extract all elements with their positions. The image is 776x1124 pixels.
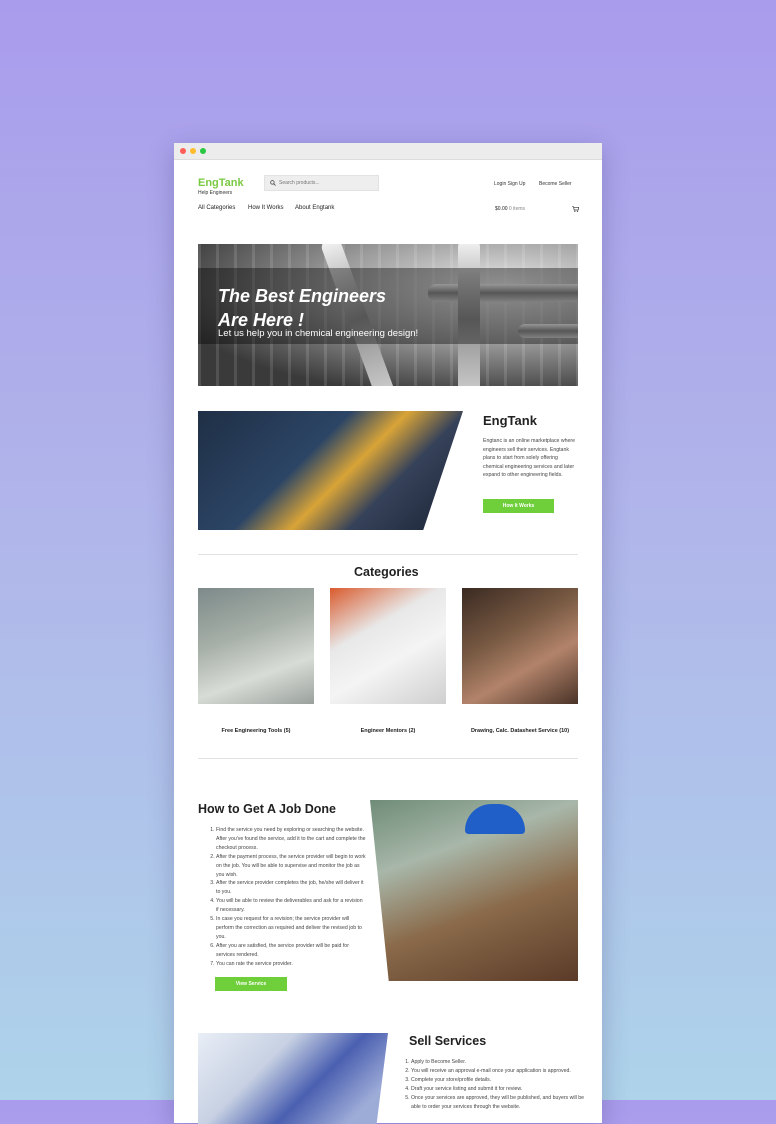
cart-item-count: 0 items: [508, 206, 526, 212]
sell-title: Sell Services: [409, 1034, 487, 1048]
hero-banner: The Best Engineers Are Here ! Let us hel…: [198, 244, 578, 386]
category-image-drawing[interactable]: [462, 588, 578, 704]
category-label-tools[interactable]: Free Engineering Tools (5): [198, 728, 314, 734]
close-dot[interactable]: [180, 148, 186, 154]
cart-icon[interactable]: [572, 206, 579, 212]
search-input[interactable]: [279, 180, 374, 186]
cart-amount: $0.00: [495, 206, 508, 212]
list-item: Draft your service listing and submit it…: [411, 1085, 591, 1094]
hero-title-line2: Are Here !: [218, 310, 305, 330]
search-icon: [270, 180, 276, 186]
list-item: You can rate the service provider.: [216, 960, 366, 969]
browser-title-bar: [174, 143, 602, 160]
nav-about[interactable]: About Engtank: [295, 205, 334, 211]
list-item: You will be able to review the deliverab…: [216, 897, 366, 915]
nav-all-categories[interactable]: All Categories: [198, 205, 235, 211]
site-logo[interactable]: EngTank Help Engineers: [198, 177, 244, 196]
about-image: [198, 411, 463, 530]
become-seller-link[interactable]: Become Seller: [539, 181, 572, 187]
hero-subtitle: Let us help you in chemical engineering …: [218, 328, 419, 339]
login-signup-link[interactable]: Login Sign Up: [494, 181, 525, 187]
about-title: EngTank: [483, 413, 537, 428]
brand-name: EngTank: [198, 177, 244, 189]
sell-image: [198, 1033, 388, 1124]
howto-image: [370, 800, 578, 981]
hard-hat: [465, 804, 525, 834]
section-divider: [198, 554, 578, 555]
list-item: After the service provider completes the…: [216, 879, 366, 897]
categories-title: Categories: [354, 565, 419, 579]
brand-tagline: Help Engineers: [198, 190, 233, 196]
list-item: You will receive an approval e-mail once…: [411, 1067, 591, 1076]
list-item: Find the service you need by exploring o…: [216, 826, 366, 853]
category-label-mentors[interactable]: Engineer Mentors (2): [330, 728, 446, 734]
list-item: Apply to Become Seller.: [411, 1058, 591, 1067]
category-label-drawing[interactable]: Drawing, Calc. Datasheet Service (10): [462, 728, 578, 734]
section-divider: [198, 758, 578, 759]
hero-title: The Best Engineers Are Here !: [218, 284, 438, 332]
category-image-mentors[interactable]: [330, 588, 446, 704]
hero-title-line1: The Best Engineers: [218, 286, 387, 306]
how-it-works-button[interactable]: How It Works: [483, 499, 554, 513]
list-item: After you are satisfied, the service pro…: [216, 942, 366, 960]
list-item: Complete your store/profile details.: [411, 1076, 591, 1085]
howto-steps: Find the service you need by exploring o…: [208, 826, 366, 969]
list-item: After the payment process, the service p…: [216, 853, 366, 880]
web-page: EngTank Help Engineers Login Sign Up Bec…: [174, 160, 602, 1124]
sell-steps: Apply to Become Seller. You will receive…: [403, 1058, 591, 1111]
cart-summary[interactable]: $0.00 0 items: [495, 206, 525, 212]
maximize-dot[interactable]: [200, 148, 206, 154]
list-item: Once your services are approved, they wi…: [411, 1094, 591, 1112]
list-item: In case you request for a revision; the …: [216, 915, 366, 942]
minimize-dot[interactable]: [190, 148, 196, 154]
view-service-button[interactable]: View Service: [215, 977, 287, 991]
nav-how-it-works[interactable]: How It Works: [248, 205, 284, 211]
howto-title: How to Get A Job Done: [198, 802, 336, 816]
category-image-tools[interactable]: [198, 588, 314, 704]
about-description: Engtanc is an online marketplace where e…: [483, 438, 575, 478]
browser-window: EngTank Help Engineers Login Sign Up Bec…: [174, 143, 602, 1124]
search-bar[interactable]: [264, 175, 379, 191]
